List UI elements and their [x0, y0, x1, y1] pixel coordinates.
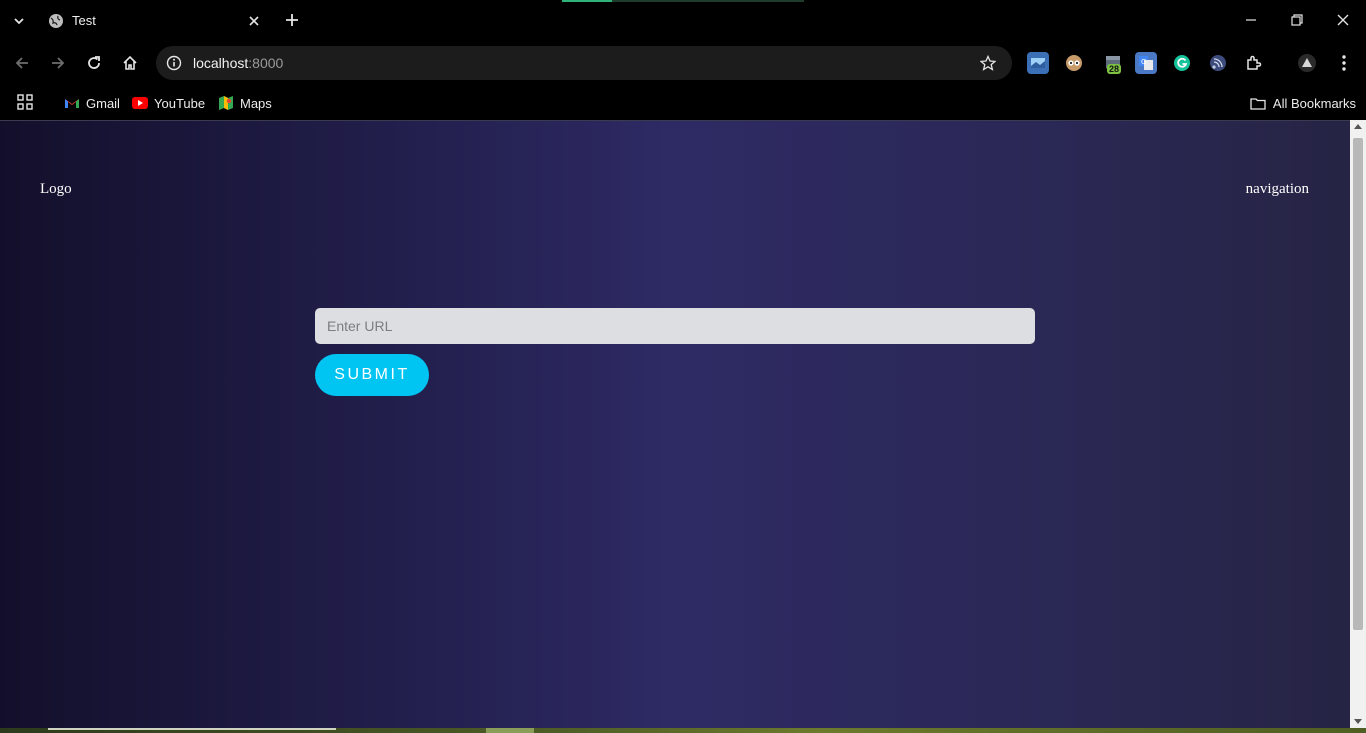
extensions-puzzle-icon[interactable]	[1243, 52, 1265, 74]
url-port: :8000	[248, 55, 284, 71]
profile-avatar-icon[interactable]	[1296, 52, 1318, 74]
apps-grid-icon[interactable]	[16, 93, 36, 113]
scrollbar-thumb[interactable]	[1353, 138, 1363, 630]
url-host: localhost	[193, 55, 249, 71]
back-arrow-icon[interactable]	[10, 51, 34, 75]
extension-photo-icon[interactable]	[1027, 52, 1049, 74]
bookmark-maps[interactable]: Maps	[218, 92, 272, 114]
page-scrollbar[interactable]	[1350, 120, 1366, 728]
tab-title: Test	[72, 13, 96, 28]
bookmark-label: YouTube	[154, 95, 206, 111]
tab-search-chevron-icon[interactable]	[8, 10, 30, 32]
bookmarks-bar: Gmail YouTube Maps All Bookmarks	[0, 86, 1366, 120]
tab-test[interactable]: Test	[38, 4, 270, 40]
browser-toolbar: localhost:8000 28 G	[0, 40, 1366, 86]
restore-icon[interactable]	[1285, 8, 1309, 32]
close-window-icon[interactable]	[1331, 8, 1355, 32]
bookmark-star-icon[interactable]	[978, 53, 998, 73]
all-bookmarks-label: All Bookmarks	[1272, 95, 1356, 111]
site-logo[interactable]: Logo	[40, 181, 72, 198]
page-content: Logo navigation SUBMIT	[0, 120, 1350, 728]
svg-text:G: G	[1141, 58, 1146, 66]
extension-owl-icon[interactable]	[1063, 52, 1085, 74]
gmail-icon	[64, 96, 80, 110]
browser-menu-icon[interactable]	[1333, 52, 1355, 74]
submit-button[interactable]: SUBMIT	[315, 354, 429, 396]
bookmark-label: Maps	[240, 95, 272, 111]
google-translate-icon[interactable]: G	[1135, 52, 1157, 74]
new-tab-icon[interactable]	[280, 8, 304, 32]
extension-calendar-icon[interactable]: 28	[1101, 52, 1127, 74]
scroll-down-arrow-icon[interactable]	[1354, 719, 1362, 724]
taskbar-edge-highlight	[486, 728, 534, 733]
extension-feed-icon[interactable]	[1207, 52, 1229, 74]
url-input[interactable]	[315, 308, 1035, 344]
grammarly-icon[interactable]	[1171, 52, 1193, 74]
maps-icon	[218, 96, 234, 110]
folder-icon	[1249, 96, 1267, 110]
bookmark-gmail[interactable]: Gmail	[64, 92, 120, 114]
site-navigation[interactable]: navigation	[1246, 181, 1309, 198]
tab-strip: Test	[0, 0, 1366, 40]
youtube-icon	[132, 96, 148, 110]
scroll-up-arrow-icon[interactable]	[1354, 124, 1362, 129]
taskbar-edge	[48, 728, 336, 730]
minimize-icon[interactable]	[1239, 8, 1263, 32]
site-info-icon[interactable]	[164, 53, 184, 73]
reload-icon[interactable]	[82, 51, 106, 75]
home-icon[interactable]	[118, 51, 142, 75]
url-text: localhost:8000	[193, 55, 283, 71]
globe-icon	[48, 13, 64, 29]
bookmark-youtube[interactable]: YouTube	[132, 92, 205, 114]
all-bookmarks-button[interactable]: All Bookmarks	[1249, 92, 1356, 114]
address-bar[interactable]: localhost:8000	[156, 46, 1012, 80]
bookmark-label: Gmail	[86, 95, 120, 111]
forward-arrow-icon[interactable]	[46, 51, 70, 75]
close-tab-icon[interactable]	[244, 11, 264, 31]
extension-badge-count: 28	[1107, 64, 1122, 74]
top-accent-highlight	[562, 0, 612, 2]
